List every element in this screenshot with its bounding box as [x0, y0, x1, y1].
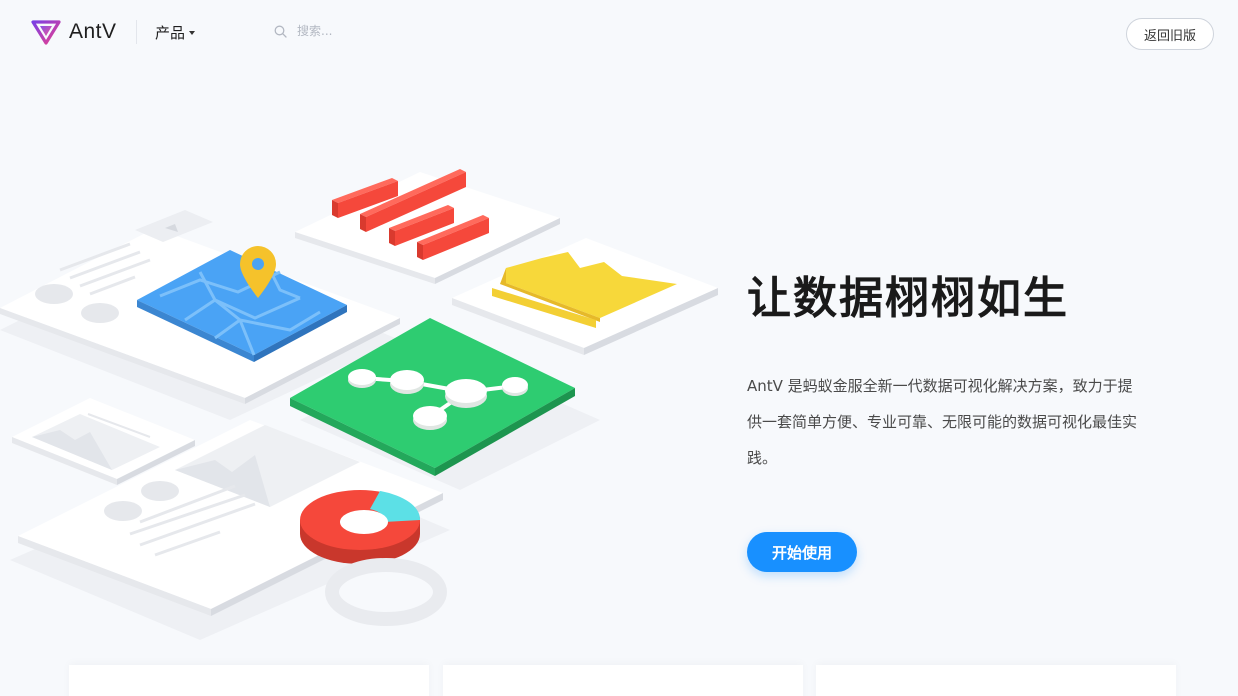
search-bar[interactable]: [274, 24, 437, 38]
feature-card[interactable]: [443, 665, 803, 696]
old-version-button[interactable]: 返回旧版: [1126, 18, 1214, 50]
feature-card[interactable]: [816, 665, 1176, 696]
products-menu[interactable]: 产品: [155, 22, 196, 43]
search-input[interactable]: [297, 24, 437, 38]
feature-card[interactable]: [69, 665, 429, 696]
top-nav: AntV 产品 返回旧版: [0, 0, 1238, 66]
hero-title: 让数据栩栩如生: [747, 273, 1069, 324]
brand-logo[interactable]: AntV: [31, 17, 117, 47]
hero-illustration: [0, 169, 718, 640]
brand-name: AntV: [69, 20, 117, 43]
donut-chart: [300, 490, 421, 564]
caret-down-icon: [189, 30, 196, 35]
nav-divider: [136, 20, 137, 44]
get-started-button[interactable]: 开始使用: [747, 532, 857, 572]
antv-logo-icon: [31, 20, 61, 45]
hero-description: AntV 是蚂蚁金服全新一代数据可视化解决方案，致力于提供一套简单方便、专业可靠…: [747, 377, 1138, 467]
products-menu-label: 产品: [155, 24, 186, 42]
search-icon: [274, 25, 287, 38]
